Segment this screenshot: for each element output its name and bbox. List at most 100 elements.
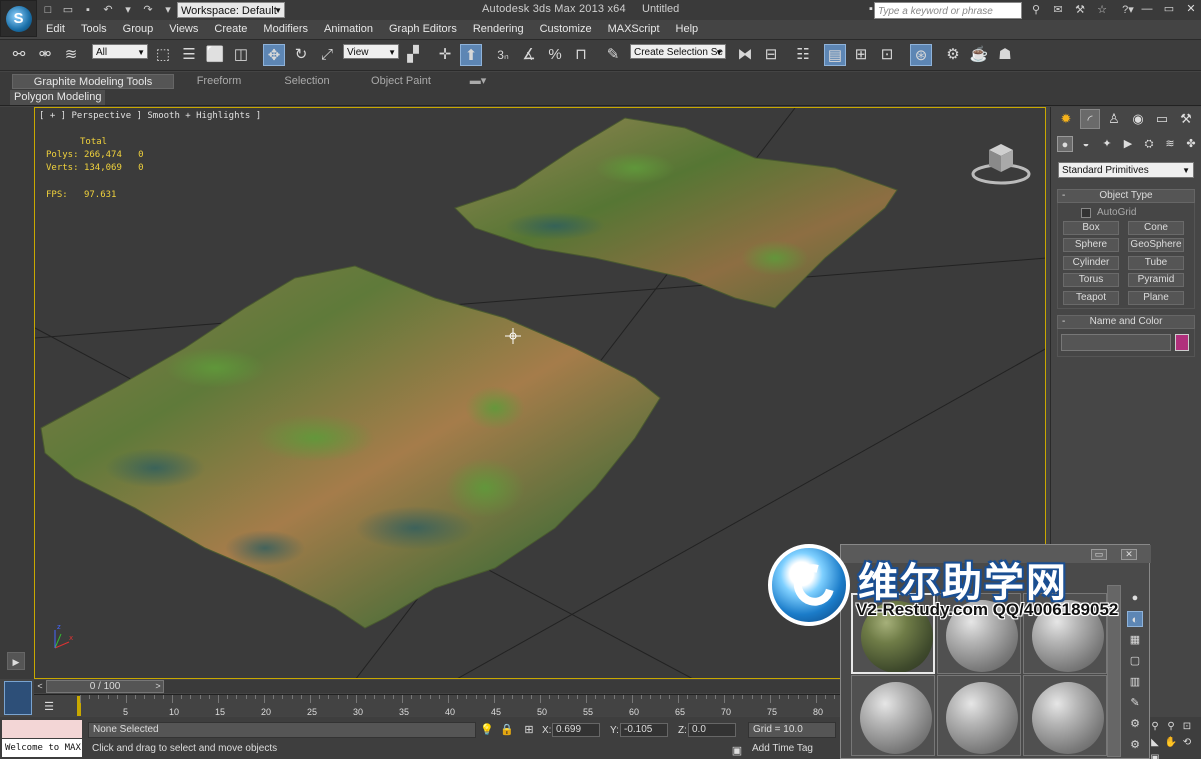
expand-viewport-icon[interactable]: ▶ bbox=[7, 652, 25, 670]
tab-object-paint[interactable]: Object Paint bbox=[356, 74, 446, 89]
keyboard-shortcut-override-icon[interactable]: ⬆ bbox=[460, 44, 482, 66]
tube-button[interactable]: Tube bbox=[1128, 256, 1184, 270]
snaps-toggle-icon[interactable]: 3ₙ bbox=[492, 44, 514, 66]
pyramid-button[interactable]: Pyramid bbox=[1128, 273, 1184, 287]
select-manipulate-icon[interactable]: ✛ bbox=[434, 44, 456, 66]
video-color-check-icon[interactable]: ▥ bbox=[1127, 674, 1143, 690]
menu-views[interactable]: Views bbox=[161, 20, 206, 39]
tab-selection[interactable]: Selection bbox=[268, 74, 346, 89]
sample-uv-tiling-icon[interactable]: ▢ bbox=[1127, 653, 1143, 669]
curve-editor-icon[interactable]: ⊞ bbox=[850, 44, 872, 66]
ribbon-options-icon[interactable]: ▬▾ bbox=[466, 74, 490, 89]
named-selection-set-dropdown[interactable]: Create Selection Se ▼ bbox=[630, 44, 726, 59]
teapot-button[interactable]: Teapot bbox=[1063, 291, 1119, 305]
shapes-icon[interactable]: ◒ bbox=[1078, 136, 1094, 152]
display-tab-icon[interactable]: ▭ bbox=[1152, 109, 1172, 129]
menu-create[interactable]: Create bbox=[206, 20, 255, 39]
material-editor-icon[interactable]: ⊛ bbox=[910, 44, 932, 66]
workspace-dropdown[interactable]: Workspace: Default ▼ bbox=[177, 2, 285, 18]
binoculars-icon[interactable]: ⚲ bbox=[1028, 2, 1044, 18]
open-file-icon[interactable]: ▭ bbox=[60, 2, 76, 18]
pivot-center-icon[interactable]: ▞ bbox=[402, 44, 424, 66]
lock-selection-icon[interactable]: 🔒 bbox=[500, 723, 514, 737]
tab-graphite-modeling-tools[interactable]: Graphite Modeling Tools bbox=[12, 74, 174, 89]
select-and-move-icon[interactable]: ✥ bbox=[263, 44, 285, 66]
rectangular-selection-icon[interactable]: ⬜ bbox=[204, 44, 226, 66]
angle-snap-icon[interactable]: ∡ bbox=[518, 44, 540, 66]
menu-edit[interactable]: Edit bbox=[38, 20, 73, 39]
graphite-toggle-icon[interactable]: ▤ bbox=[824, 44, 846, 66]
hierarchy-tab-icon[interactable]: ♙ bbox=[1104, 109, 1124, 129]
prev-frame-icon[interactable]: < bbox=[34, 680, 46, 693]
field-of-view-icon[interactable]: ◣ bbox=[1148, 736, 1162, 750]
edit-named-selection-icon[interactable]: ✎ bbox=[602, 44, 624, 66]
utilities-tab-icon[interactable]: ⚒ bbox=[1176, 109, 1196, 129]
app-logo-button[interactable]: S bbox=[0, 0, 37, 37]
zoom-all-icon[interactable]: ⚲ bbox=[1164, 720, 1178, 734]
options-icon[interactable]: ⚙ bbox=[1127, 716, 1143, 732]
autogrid-check[interactable] bbox=[1081, 207, 1091, 218]
isolate-selection-icon[interactable]: 💡 bbox=[480, 723, 494, 737]
viewport-label[interactable]: [ + ] Perspective ] Smooth + Highlights … bbox=[39, 111, 261, 121]
menu-rendering[interactable]: Rendering bbox=[465, 20, 532, 39]
motion-tab-icon[interactable]: ◉ bbox=[1128, 109, 1148, 129]
link-icon[interactable]: ⚯ bbox=[8, 44, 30, 66]
select-by-name-icon[interactable]: ☰ bbox=[178, 44, 200, 66]
maxscript-listener-input[interactable] bbox=[2, 720, 82, 738]
object-type-rollout-header[interactable]: - Object Type bbox=[1057, 189, 1195, 203]
percent-snap-icon[interactable]: % bbox=[544, 44, 566, 66]
viewcube-icon[interactable] bbox=[971, 136, 1031, 186]
geometry-icon[interactable]: ● bbox=[1057, 136, 1073, 152]
cylinder-button[interactable]: Cylinder bbox=[1063, 256, 1119, 270]
select-by-material-icon[interactable]: ⚙ bbox=[1127, 737, 1143, 753]
cone-button[interactable]: Cone bbox=[1128, 221, 1184, 235]
y-coordinate-input[interactable]: -0.105 bbox=[620, 723, 668, 737]
new-file-icon[interactable]: □ bbox=[40, 2, 56, 18]
torus-button[interactable]: Torus bbox=[1063, 273, 1119, 287]
select-and-rotate-icon[interactable]: ↻ bbox=[290, 44, 312, 66]
menu-animation[interactable]: Animation bbox=[316, 20, 381, 39]
select-and-scale-icon[interactable]: ⤢ bbox=[316, 44, 338, 66]
modify-tab-icon[interactable]: ◜ bbox=[1080, 109, 1100, 129]
make-preview-icon[interactable]: ✎ bbox=[1127, 695, 1143, 711]
menu-tools[interactable]: Tools bbox=[73, 20, 115, 39]
polygon-modeling-panel[interactable]: Polygon Modeling bbox=[10, 90, 106, 105]
maxscript-listener-output[interactable]: Welcome to MAX bbox=[2, 739, 82, 757]
favorites-star-icon[interactable]: ☆ bbox=[1094, 2, 1110, 18]
plane-button[interactable]: Plane bbox=[1128, 291, 1184, 305]
autogrid-checkbox[interactable]: AutoGrid bbox=[1081, 207, 1136, 218]
unlink-icon[interactable]: ⚮ bbox=[34, 44, 56, 66]
search-input[interactable]: Type a keyword or phrase bbox=[874, 2, 1022, 19]
communication-icon[interactable]: ✉ bbox=[1050, 2, 1066, 18]
menu-customize[interactable]: Customize bbox=[532, 20, 600, 39]
schematic-view-icon[interactable]: ⊡ bbox=[876, 44, 898, 66]
select-object-icon[interactable]: ⬚ bbox=[152, 44, 174, 66]
close-icon[interactable]: ✕ bbox=[1180, 2, 1201, 17]
pan-icon[interactable]: ✋ bbox=[1164, 736, 1178, 750]
absolute-mode-icon[interactable]: ⊞ bbox=[522, 723, 536, 737]
exchange-icon[interactable]: ⚒ bbox=[1072, 2, 1088, 18]
orbit-icon[interactable]: ⟲ bbox=[1180, 736, 1194, 750]
spinner-snap-icon[interactable]: ⊓ bbox=[570, 44, 592, 66]
sphere-button[interactable]: Sphere bbox=[1063, 238, 1119, 252]
lights-icon[interactable]: ✦ bbox=[1099, 136, 1115, 152]
menu-group[interactable]: Group bbox=[115, 20, 162, 39]
bind-space-warp-icon[interactable]: ≋ bbox=[60, 44, 82, 66]
align-icon[interactable]: ⊟ bbox=[760, 44, 782, 66]
mirror-icon[interactable]: ⧓ bbox=[734, 44, 756, 66]
zoom-extents-icon[interactable]: ⊡ bbox=[1180, 720, 1194, 734]
track-bar-menu-icon[interactable]: ☰ bbox=[42, 700, 56, 714]
redo-icon[interactable]: ↷ bbox=[140, 2, 156, 18]
menu-maxscript[interactable]: MAXScript bbox=[600, 20, 668, 39]
undo-icon[interactable]: ↶ bbox=[100, 2, 116, 18]
material-slot-6[interactable] bbox=[1023, 675, 1107, 756]
time-tag-icon[interactable]: ▣ bbox=[730, 744, 744, 758]
render-setup-icon[interactable]: ⚙ bbox=[942, 44, 964, 66]
rendered-frame-window-icon[interactable]: ☕ bbox=[968, 44, 990, 66]
z-coordinate-input[interactable]: 0.0 bbox=[688, 723, 736, 737]
next-frame-icon[interactable]: > bbox=[152, 680, 164, 693]
save-icon[interactable]: ▪ bbox=[80, 2, 96, 18]
cameras-icon[interactable]: ▶ bbox=[1120, 136, 1136, 152]
render-production-icon[interactable]: ☗ bbox=[994, 44, 1016, 66]
mini-curve-editor-button[interactable] bbox=[4, 681, 32, 715]
